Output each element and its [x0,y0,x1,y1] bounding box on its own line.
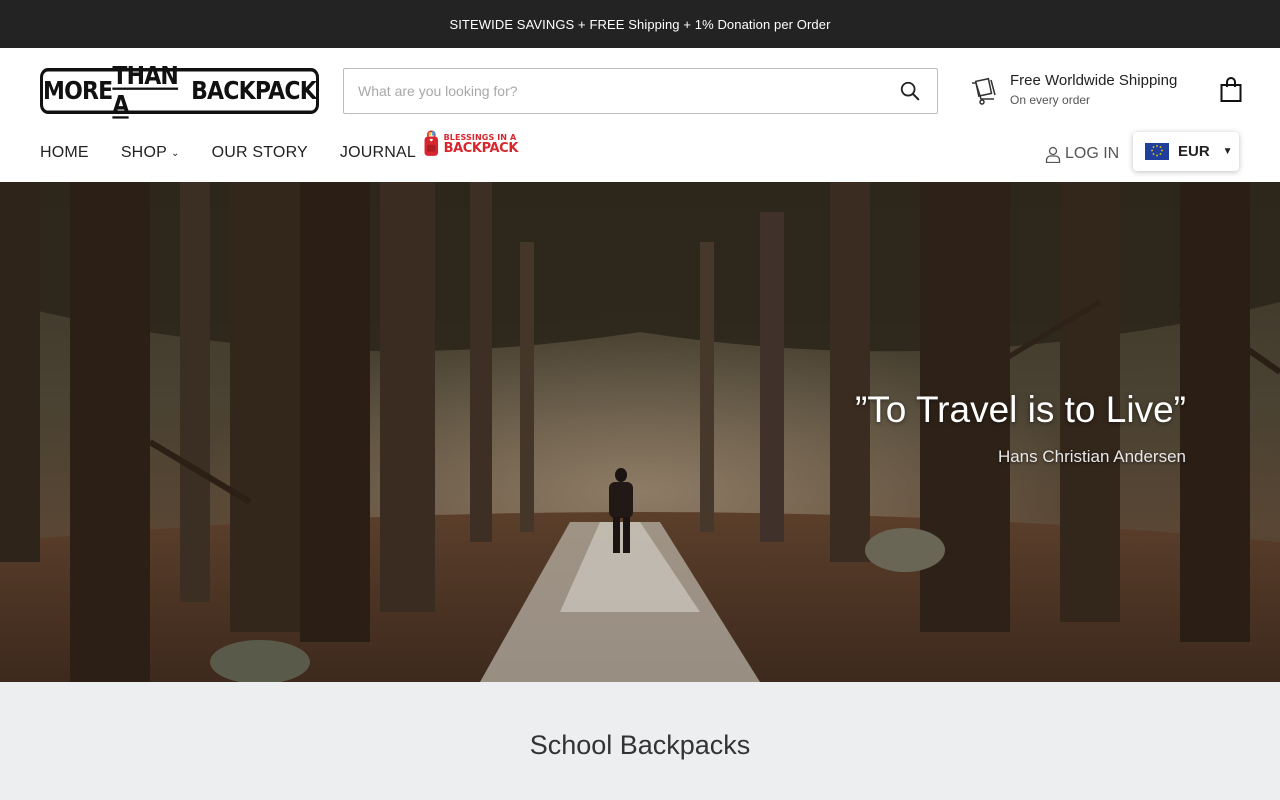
blessings-line-2: BACKPACK [443,141,519,156]
shopping-bag-icon[interactable] [1219,77,1243,103]
nav-item-shop[interactable]: SHOP ⌄ [121,144,180,162]
backpack-icon [424,130,439,156]
nav-label-home: HOME [40,144,89,161]
currency-selector[interactable]: EUR ▼ [1133,132,1239,171]
hero-quote-author: Hans Christian Andersen [997,447,1186,466]
site-logo[interactable]: MORE THAN A BACKPACK [40,62,319,120]
search-input[interactable] [344,69,864,113]
login-link[interactable]: LOG IN [1045,145,1119,163]
school-backpacks-section: School Backpacks [0,682,1280,800]
user-icon [1045,146,1061,163]
nav-label-our-story: OUR STORY [211,144,308,161]
nav-label-shop: SHOP [120,144,167,161]
logo-part-1: MORE [43,76,113,106]
logo-part-2: THAN A [112,62,179,120]
currency-code: EUR [1178,143,1210,160]
caret-down-icon: ▼ [1222,146,1233,157]
site-header: MORE THAN A BACKPACK Free Worldwide Ship… [0,48,1280,182]
hero-forest-image [0,182,1280,682]
shipping-title: Free Worldwide Shipping [1010,72,1178,89]
nav-item-home[interactable]: HOME [40,144,89,162]
hero-banner[interactable]: ”To Travel is to Live” Hans Christian An… [0,182,1280,682]
announcement-bar: SITEWIDE SAVINGS + FREE Shipping + 1% Do… [0,0,1280,48]
eu-flag-icon [1145,143,1169,160]
nav-item-journal[interactable]: JOURNAL [340,144,416,162]
main-nav: HOME SHOP ⌄ OUR STORY JOURNAL [40,144,448,162]
search-icon[interactable] [899,80,921,102]
login-label: LOG IN [1065,145,1120,162]
logo-part-3: BACKPACK [191,76,317,106]
announcement-text: SITEWIDE SAVINGS + FREE Shipping + 1% Do… [449,16,831,32]
blessings-in-a-backpack-logo[interactable]: BLESSINGS IN A BACKPACK [422,129,518,160]
chevron-down-icon: ⌄ [170,147,180,159]
nav-item-our-story[interactable]: OUR STORY [212,144,308,162]
search-bar [343,68,938,114]
shipping-subtitle: On every order [1010,93,1091,107]
hero-quote: ”To Travel is to Live” [854,389,1186,430]
section-title: School Backpacks [529,730,751,760]
nav-label-journal: JOURNAL [339,144,416,161]
shipping-cart-icon [972,77,996,105]
